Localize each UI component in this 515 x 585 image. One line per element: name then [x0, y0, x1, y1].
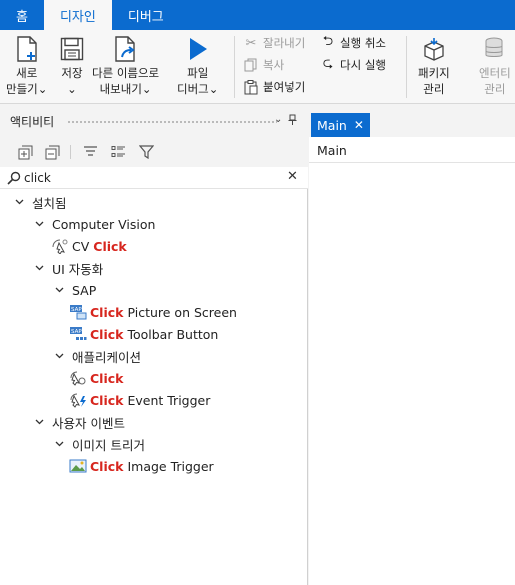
- toolbar-divider: [70, 145, 71, 159]
- designer-area: Main ✕ Main: [309, 105, 515, 585]
- search-icon: [7, 171, 21, 188]
- undo-icon: ⮌: [322, 34, 334, 49]
- activity-click-picture-on-screen[interactable]: SAP Click Picture on Screen: [69, 301, 237, 323]
- activities-panel: 액티비티 ⌄ ✕ 설치됨: [0, 105, 308, 585]
- cut-button[interactable]: ✂ 잘라내기: [243, 35, 306, 51]
- breadcrumb: Main: [309, 139, 515, 163]
- paste-button[interactable]: 붙여넣기: [243, 79, 305, 95]
- image-trigger-icon: [69, 458, 87, 474]
- panel-title: 액티비티: [10, 114, 55, 129]
- ribbon: 새로 만들기⌄ 저장 ⌄ 다른 이름으로 내보내기⌄ 파일 디버그⌄ ✂ 잘라내…: [0, 30, 515, 104]
- chevron-down-icon[interactable]: ⌄: [274, 114, 282, 125]
- clear-search-icon[interactable]: ✕: [287, 169, 298, 184]
- export-button[interactable]: 다른 이름으로 내보내기⌄: [92, 34, 159, 97]
- tree-group-image-trigger[interactable]: 이미지 트리거: [54, 433, 145, 455]
- copy-button[interactable]: 복사: [243, 57, 284, 73]
- chevron-down-icon[interactable]: [34, 417, 44, 427]
- close-icon[interactable]: ✕: [354, 118, 364, 132]
- svg-text:SAP: SAP: [71, 307, 82, 313]
- activities-search-bar: ✕: [0, 167, 308, 189]
- tree-group-sap[interactable]: SAP: [54, 279, 96, 301]
- save-button[interactable]: 저장 ⌄: [58, 34, 86, 97]
- tab-home[interactable]: 홈: [0, 0, 44, 30]
- export-icon: [112, 34, 140, 64]
- panel-grip[interactable]: [67, 120, 277, 124]
- copy-icon: [243, 57, 259, 73]
- package-icon: [420, 34, 448, 64]
- chevron-down-icon[interactable]: [34, 219, 44, 229]
- list-view-icon[interactable]: [109, 144, 127, 160]
- document-tab-strip: Main ✕: [309, 105, 515, 137]
- top-tab-bar: 홈 디자인 디버그: [0, 0, 515, 30]
- chevron-down-icon[interactable]: [54, 285, 64, 295]
- activities-toolbar: [0, 137, 308, 167]
- activity-cv-click[interactable]: CV Click: [51, 235, 131, 257]
- redo-icon: ⮎: [322, 56, 334, 71]
- undo-button[interactable]: ⮌ 실행 취소: [320, 34, 386, 51]
- manage-packages-button[interactable]: 패키지 관리: [418, 34, 450, 97]
- activity-click-toolbar-button[interactable]: SAP Click Toolbar Button: [69, 323, 218, 345]
- search-input[interactable]: [24, 169, 274, 187]
- collapse-all-icon[interactable]: [43, 144, 61, 160]
- breadcrumb-item[interactable]: Main: [317, 143, 347, 158]
- tree-group-installed[interactable]: 설치됨: [14, 191, 67, 213]
- redo-button[interactable]: ⮎ 다시 실행: [320, 56, 386, 73]
- sap-picture-icon: SAP: [69, 304, 87, 320]
- activity-click-image-trigger[interactable]: Click Image Trigger: [69, 455, 214, 477]
- sort-icon[interactable]: [81, 144, 99, 160]
- tree-group-ui-automation[interactable]: UI 자동화: [34, 257, 103, 279]
- tree-group-computer-vision[interactable]: Computer Vision: [34, 213, 155, 235]
- ribbon-divider: [234, 36, 235, 98]
- database-icon: [481, 34, 509, 64]
- cv-click-icon: [51, 238, 69, 254]
- pin-icon[interactable]: [288, 114, 297, 129]
- paste-icon: [243, 79, 259, 95]
- click-trigger-icon: [69, 392, 87, 408]
- new-file-icon: [13, 34, 41, 64]
- ribbon-divider: [406, 36, 407, 98]
- tree-group-application[interactable]: 애플리케이션: [54, 345, 141, 367]
- tree-group-user-events[interactable]: 사용자 이벤트: [34, 411, 125, 433]
- new-button[interactable]: 새로 만들기⌄: [6, 34, 47, 97]
- chevron-down-icon[interactable]: [14, 197, 24, 207]
- chevron-down-icon[interactable]: [54, 351, 64, 361]
- scissors-icon: ✂: [245, 35, 257, 51]
- click-icon: [69, 370, 87, 386]
- chevron-down-icon[interactable]: [54, 439, 64, 449]
- tab-main[interactable]: Main ✕: [311, 113, 370, 137]
- chevron-down-icon[interactable]: [34, 263, 44, 273]
- activities-panel-header: 액티비티 ⌄: [0, 105, 308, 137]
- tab-design[interactable]: 디자인: [43, 0, 112, 30]
- save-icon: [58, 34, 86, 64]
- tab-debug[interactable]: 디버그: [112, 0, 180, 30]
- expand-all-icon[interactable]: [16, 144, 34, 160]
- svg-text:SAP: SAP: [71, 329, 82, 335]
- filter-icon[interactable]: [137, 144, 155, 160]
- manage-entities-button[interactable]: 엔터티 관리: [479, 34, 511, 97]
- play-icon: [184, 34, 212, 64]
- debug-file-button[interactable]: 파일 디버그⌄: [177, 34, 218, 97]
- activity-click-event-trigger[interactable]: Click Event Trigger: [69, 389, 210, 411]
- activity-click[interactable]: Click: [69, 367, 127, 389]
- sap-toolbar-icon: SAP: [69, 326, 87, 342]
